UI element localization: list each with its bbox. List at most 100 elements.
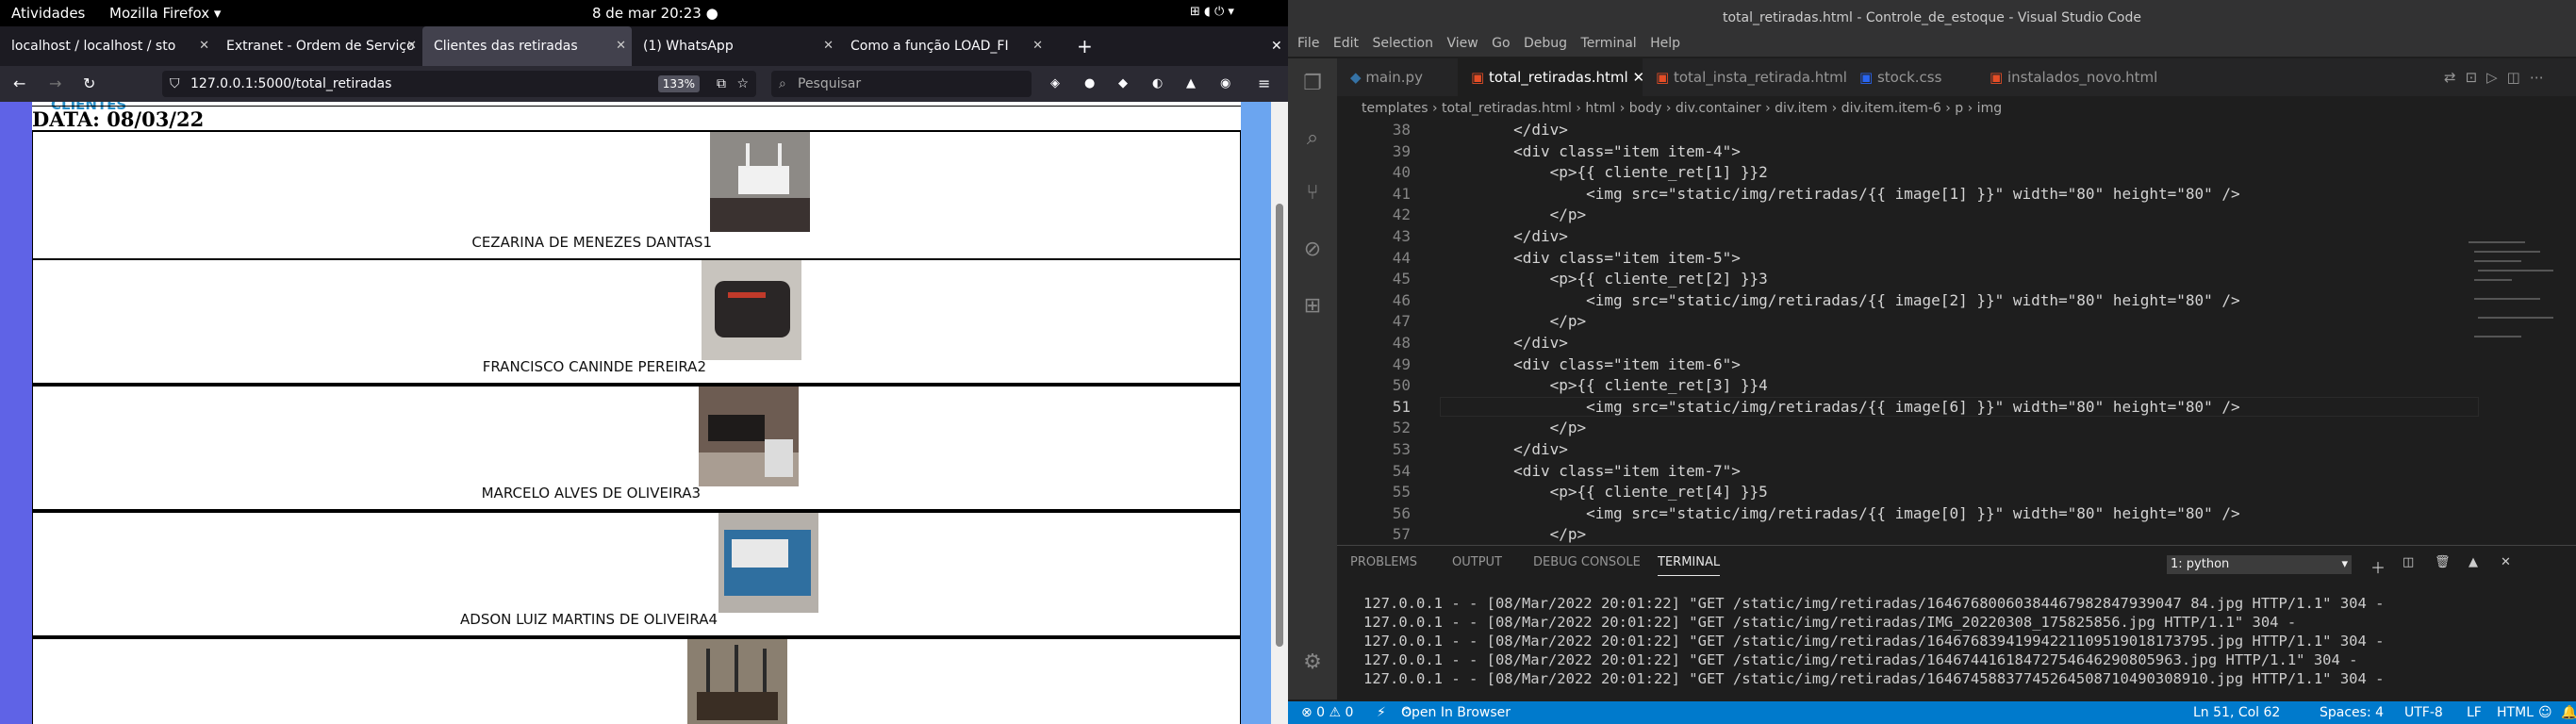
menu-icon[interactable]: ≡: [1258, 66, 1270, 102]
line-ending[interactable]: LF: [2467, 701, 2482, 724]
code-line[interactable]: </div>: [1441, 440, 1568, 458]
menu-terminal[interactable]: Terminal: [1581, 36, 1637, 51]
app-menu[interactable]: Mozilla Firefox ▾: [109, 5, 221, 22]
code-editor[interactable]: 38 </div> 39 <div class="item item-4"> 40 …: [1337, 121, 2576, 545]
problems-status[interactable]: ⊗ 0 ⚠ 0: [1301, 701, 1353, 724]
code-line[interactable]: </div>: [1441, 227, 1568, 245]
line-number: 51: [1392, 397, 1411, 416]
activities-button[interactable]: Atividades: [11, 5, 85, 22]
search-icon[interactable]: ⌕: [1299, 126, 1326, 153]
code-line[interactable]: <div class="item item-7">: [1441, 462, 1741, 480]
back-icon[interactable]: ←: [13, 66, 25, 102]
menu-help[interactable]: Help: [1650, 36, 1680, 51]
split-terminal-icon[interactable]: ◫: [2403, 555, 2414, 569]
close-icon[interactable]: ✕: [616, 26, 626, 66]
tab-whatsapp[interactable]: (1) WhatsApp ✕: [632, 26, 839, 66]
extensions-icon[interactable]: ⊞: [1299, 294, 1326, 321]
menu-debug[interactable]: Debug: [1524, 36, 1567, 51]
code-line[interactable]: <img src="static/img/retiradas/{{ image[…: [1441, 291, 2240, 309]
shield-icon[interactable]: ⛉: [170, 71, 180, 97]
code-line[interactable]: </div>: [1441, 334, 1568, 352]
code-line[interactable]: </p>: [1441, 525, 1587, 543]
code-line[interactable]: <p>{{ cliente_ret[1] }}2: [1441, 163, 1768, 181]
add-terminal-icon[interactable]: ＋: [2370, 555, 2386, 578]
gear-icon[interactable]: ⚙: [1299, 650, 1326, 677]
code-line[interactable]: <p>{{ cliente_ret[4] }}5: [1441, 483, 1768, 501]
code-line[interactable]: <div class="item item-5">: [1441, 249, 1741, 267]
lightning-icon[interactable]: ⚡: [1377, 701, 1386, 724]
url-bar[interactable]: ⛉ 127.0.0.1:5000/total_retiradas 133% ⧉ …: [162, 71, 756, 97]
divider: [32, 106, 1241, 107]
debug-icon[interactable]: ⊘: [1299, 238, 1326, 264]
code-line[interactable]: <div class="item item-6">: [1441, 355, 1741, 373]
menu-view[interactable]: View: [1446, 36, 1478, 51]
code-line[interactable]: <p>{{ cliente_ret[3] }}4: [1441, 376, 1768, 394]
breadcrumb[interactable]: templates › total_retiradas.html › html …: [1337, 96, 2576, 121]
tab-total-retiradas[interactable]: ▣ total_retiradas.html ✕: [1458, 58, 1644, 96]
tab-problems[interactable]: PROBLEMS: [1350, 555, 1417, 569]
extension-icon[interactable]: ●: [1084, 66, 1095, 102]
source-control-icon[interactable]: ⑂: [1299, 181, 1326, 207]
indentation[interactable]: Spaces: 4: [2320, 701, 2384, 724]
feedback-icon[interactable]: ☺: [2538, 701, 2552, 724]
tab-terminal[interactable]: TERMINAL: [1658, 555, 1721, 576]
language-mode[interactable]: HTML: [2497, 701, 2534, 724]
bookmark-star-icon[interactable]: ☆: [736, 71, 749, 97]
forward-icon[interactable]: →: [49, 66, 61, 102]
zoom-badge[interactable]: 133%: [657, 75, 700, 92]
code-line[interactable]: </p>: [1441, 419, 1587, 436]
encoding[interactable]: UTF-8: [2404, 701, 2443, 724]
code-line[interactable]: </p>: [1441, 206, 1587, 223]
tab-clientes[interactable]: Clientes das retiradas ✕: [422, 26, 632, 66]
tab-main-py[interactable]: ◆ main.py: [1337, 58, 1458, 96]
close-window-icon[interactable]: ✕: [1260, 26, 1288, 66]
bell-icon[interactable]: 🔔: [2561, 701, 2576, 724]
tab-stock-css[interactable]: ▣ stock.css: [1846, 58, 1976, 96]
tab-load-fi[interactable]: Como a função LOAD_FI ✕: [839, 26, 1049, 66]
code-line[interactable]: </p>: [1441, 312, 1587, 330]
close-icon[interactable]: ✕: [2501, 555, 2511, 569]
search-input[interactable]: ⌕ Pesquisar: [771, 71, 1032, 97]
tab-extranet[interactable]: Extranet - Ordem de Serviço ✕: [215, 26, 422, 66]
system-tray-icons[interactable]: ⊞ ◖ ⏻ ▾: [1190, 5, 1234, 19]
code-line[interactable]: </div>: [1441, 121, 1568, 139]
menu-edit[interactable]: Edit: [1333, 36, 1359, 51]
clock[interactable]: 8 de mar 20:23 ●: [592, 5, 718, 22]
code-line[interactable]: <img src="static/img/retiradas/{{ image[…: [1440, 396, 2479, 417]
menu-selection[interactable]: Selection: [1372, 36, 1433, 51]
menu-go[interactable]: Go: [1492, 36, 1510, 51]
code-line[interactable]: <img src="static/img/retiradas/{{ image[…: [1441, 504, 2240, 522]
pocket-icon[interactable]: ◈: [1050, 66, 1060, 102]
tab-debug-console[interactable]: DEBUG CONSOLE: [1533, 555, 1641, 569]
tab-total-insta-retirada[interactable]: ▣ total_insta_retirada.html: [1643, 58, 1847, 96]
close-icon[interactable]: ✕: [1032, 26, 1043, 66]
menu-file[interactable]: File: [1297, 36, 1319, 51]
line-number: 52: [1392, 419, 1411, 437]
terminal-line: 127.0.0.1 - - [08/Mar/2022 20:01:22] "GE…: [1363, 670, 2385, 687]
minimap[interactable]: [2469, 241, 2563, 430]
terminal-select[interactable]: 1: python ▾: [2167, 555, 2352, 574]
close-icon[interactable]: ✕: [406, 26, 417, 66]
tab-localhost[interactable]: localhost / localhost / sto ✕: [0, 26, 215, 66]
translate-icon[interactable]: ⧉: [717, 71, 726, 97]
page-scrollbar[interactable]: [1271, 102, 1288, 724]
extension-icon[interactable]: ◉: [1220, 66, 1230, 102]
close-icon[interactable]: ✕: [823, 26, 834, 66]
extension-icon[interactable]: ▲: [1186, 66, 1196, 102]
cursor-position[interactable]: Ln 51, Col 62: [2193, 701, 2280, 724]
editor-actions[interactable]: ⇄⊡▷◫⋯: [2431, 58, 2572, 96]
close-icon[interactable]: ✕: [199, 26, 209, 66]
extension-icon[interactable]: ◐: [1152, 66, 1163, 102]
trash-icon[interactable]: 🗑: [2435, 555, 2451, 569]
maximize-icon[interactable]: ▲: [2469, 555, 2478, 569]
new-tab-icon[interactable]: +: [1065, 26, 1094, 66]
explorer-icon[interactable]: ❐: [1299, 72, 1326, 98]
code-line[interactable]: <p>{{ cliente_ret[2] }}3: [1441, 270, 1768, 288]
tab-output[interactable]: OUTPUT: [1452, 555, 1502, 569]
code-line[interactable]: <img src="static/img/retiradas/{{ image[…: [1441, 185, 2240, 203]
scrollbar-thumb[interactable]: [1276, 204, 1283, 647]
tab-instalados-novo[interactable]: ▣ instalados_novo.html: [1976, 58, 2157, 96]
code-line[interactable]: <div class="item item-4">: [1441, 142, 1741, 160]
extension-icon[interactable]: ◆: [1118, 66, 1128, 102]
reload-icon[interactable]: ↻: [83, 66, 95, 102]
